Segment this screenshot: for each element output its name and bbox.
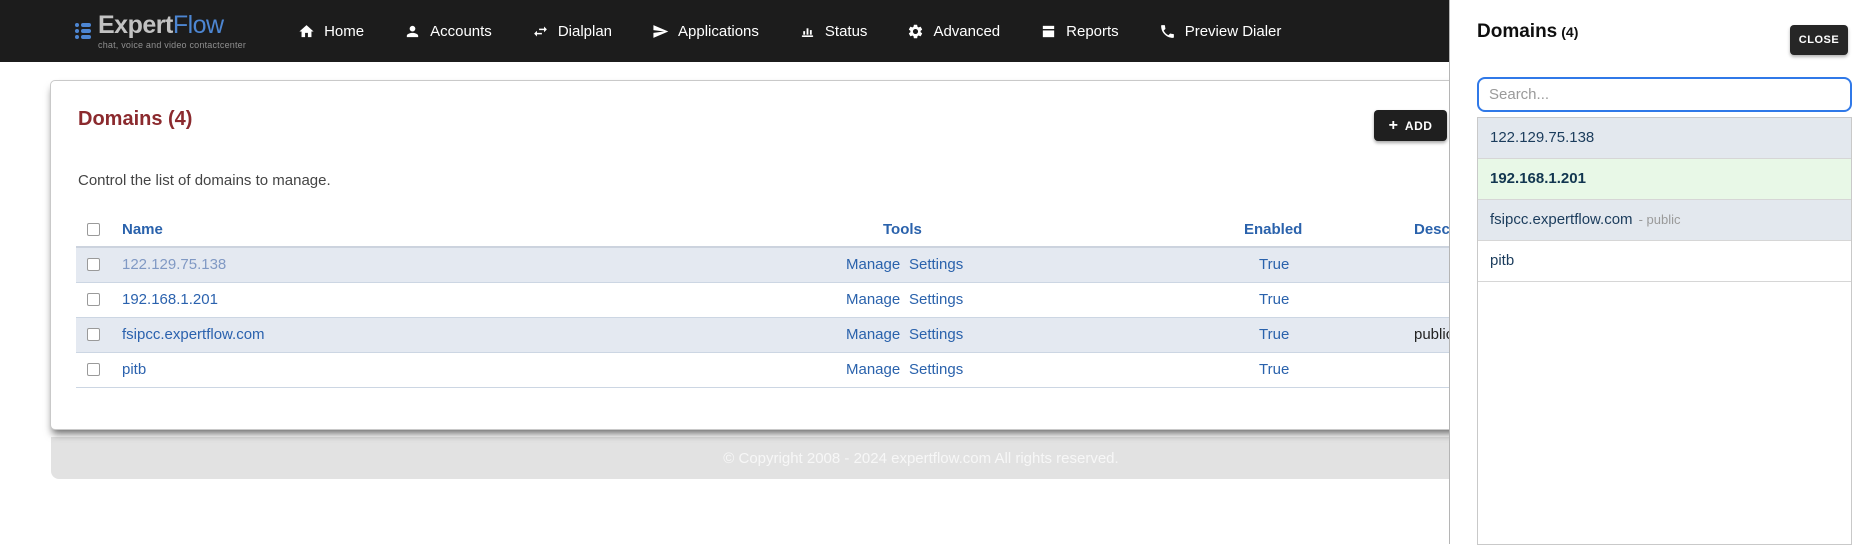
column-header-enabled[interactable]: Enabled bbox=[1244, 221, 1302, 238]
close-button[interactable]: CLOSE bbox=[1790, 25, 1848, 55]
domain-search-input[interactable] bbox=[1477, 77, 1852, 112]
settings-link[interactable]: Settings bbox=[909, 326, 963, 343]
nav-item-applications[interactable]: Applications bbox=[652, 23, 759, 40]
archive-box-icon bbox=[1042, 25, 1055, 37]
domain-name-link[interactable]: 122.129.75.138 bbox=[122, 256, 226, 273]
person-icon bbox=[406, 25, 419, 37]
nav-item-dialplan[interactable]: Dialplan bbox=[532, 23, 612, 40]
domain-list-item[interactable]: 122.129.75.138 bbox=[1478, 118, 1851, 159]
home-icon bbox=[299, 24, 314, 37]
brand-tagline: chat, voice and video contactcenter bbox=[98, 39, 247, 50]
add-button[interactable]: + ADD bbox=[1374, 110, 1447, 141]
page-subtitle: Control the list of domains to manage. bbox=[78, 172, 331, 189]
enabled-value: True bbox=[1259, 291, 1290, 308]
nav-item-preview-dialer[interactable]: Preview Dialer bbox=[1159, 22, 1282, 40]
nav-label: Accounts bbox=[430, 22, 492, 40]
nav-label: Reports bbox=[1066, 22, 1119, 40]
manage-link[interactable]: Manage bbox=[846, 326, 900, 343]
plus-icon: + bbox=[1388, 116, 1398, 134]
nav-item-reports[interactable]: Reports bbox=[1040, 23, 1119, 40]
enabled-value: True bbox=[1259, 326, 1290, 343]
row-checkbox[interactable] bbox=[87, 258, 100, 271]
manage-link[interactable]: Manage bbox=[846, 291, 900, 308]
paper-plane-icon bbox=[653, 24, 669, 38]
copyright-text: © Copyright 2008 - 2024 expertflow.com A… bbox=[723, 449, 1119, 467]
domain-list-item[interactable]: pitb bbox=[1478, 241, 1851, 282]
nav-item-advanced[interactable]: Advanced bbox=[907, 23, 1000, 40]
domain-list-item-active[interactable]: 192.168.1.201 bbox=[1478, 159, 1851, 200]
brand-logo[interactable]: ExpertFlow chat, voice and video contact… bbox=[75, 10, 247, 50]
nav-item-status[interactable]: Status bbox=[799, 22, 868, 40]
domain-name-link[interactable]: 192.168.1.201 bbox=[122, 291, 218, 308]
nav-label: Preview Dialer bbox=[1184, 22, 1282, 40]
add-button-label: ADD bbox=[1404, 118, 1433, 133]
gear-icon bbox=[909, 24, 923, 38]
enabled-value: True bbox=[1259, 361, 1290, 378]
row-checkbox[interactable] bbox=[87, 363, 100, 376]
enabled-value: True bbox=[1259, 256, 1290, 273]
row-checkbox[interactable] bbox=[87, 328, 100, 341]
bar-chart-icon bbox=[801, 27, 814, 37]
nav-label: Dialplan bbox=[557, 22, 613, 40]
nav-label: Advanced bbox=[933, 22, 1001, 40]
nav-label: Home bbox=[324, 22, 365, 40]
page-title: Domains (4) bbox=[78, 108, 193, 130]
select-all-checkbox[interactable] bbox=[87, 223, 100, 236]
domain-list: 122.129.75.138 192.168.1.201 fsipcc.expe… bbox=[1477, 117, 1852, 545]
phone-icon bbox=[1160, 24, 1174, 38]
nav-item-home[interactable]: Home bbox=[298, 23, 364, 40]
swap-arrows-icon bbox=[533, 26, 547, 36]
manage-link[interactable]: Manage bbox=[846, 361, 900, 378]
panel-title: Domains (4) bbox=[1477, 21, 1579, 42]
domain-name-link[interactable]: pitb bbox=[122, 361, 146, 378]
description-value: public bbox=[1414, 326, 1454, 343]
settings-link[interactable]: Settings bbox=[909, 291, 963, 308]
column-header-tools: Tools bbox=[883, 221, 922, 238]
column-header-name[interactable]: Name bbox=[122, 221, 163, 238]
settings-link[interactable]: Settings bbox=[909, 361, 963, 378]
domain-list-item[interactable]: fsipcc.expertflow.com - public bbox=[1478, 200, 1851, 241]
settings-link[interactable]: Settings bbox=[909, 256, 963, 273]
domain-switcher-panel: Domains(4) CLOSE 122.129.75.138 192.168.… bbox=[1449, 0, 1856, 545]
nav-label: Status bbox=[824, 22, 868, 40]
nav-label: Applications bbox=[678, 22, 759, 40]
brand-name: ExpertFlow bbox=[98, 10, 224, 39]
manage-link[interactable]: Manage bbox=[846, 256, 900, 273]
brand-logo-icon bbox=[75, 23, 91, 39]
row-checkbox[interactable] bbox=[87, 293, 100, 306]
nav-item-accounts[interactable]: Accounts bbox=[404, 23, 492, 40]
main-menu: Home Accounts Dialplan Applications Stat… bbox=[298, 23, 1281, 40]
domain-name-link[interactable]: fsipcc.expertflow.com bbox=[122, 326, 265, 343]
